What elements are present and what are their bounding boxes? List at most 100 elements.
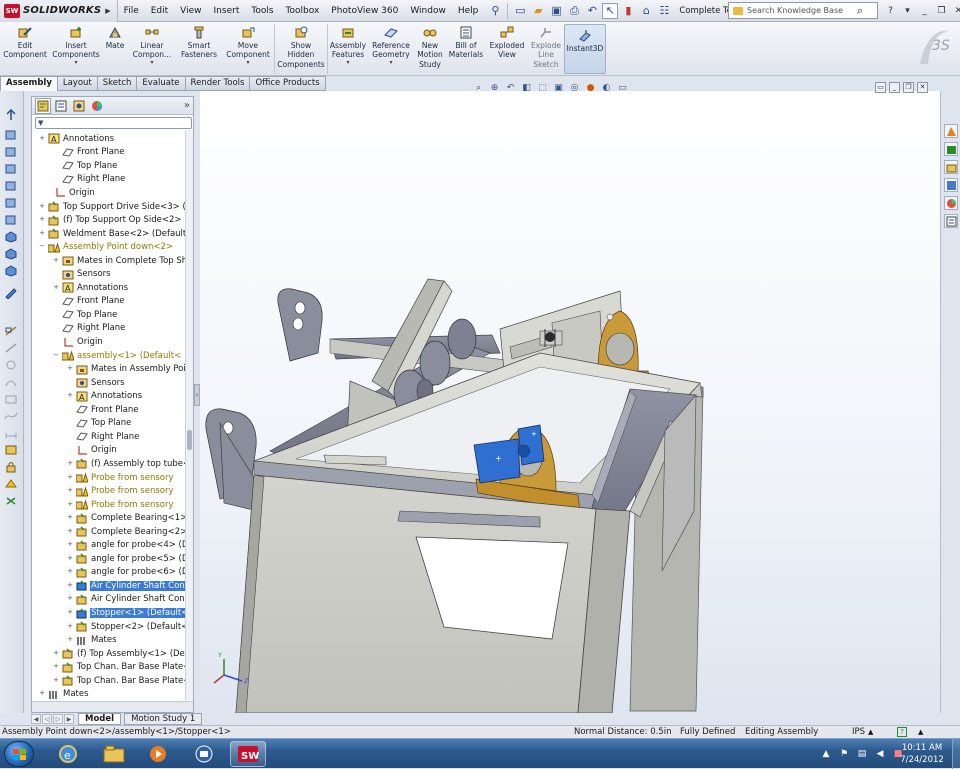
exploded-view-button[interactable]: Exploded View bbox=[486, 22, 528, 76]
tree-item[interactable]: Right Plane bbox=[52, 322, 126, 336]
spline-icon[interactable] bbox=[4, 410, 18, 422]
expand-icon[interactable]: + bbox=[66, 500, 74, 509]
tree-item[interactable]: + Mates in Assembly Poi bbox=[66, 362, 185, 376]
menu-photoview[interactable]: PhotoView 360 bbox=[325, 0, 404, 22]
file-explorer-icon[interactable] bbox=[944, 160, 958, 174]
next-tab-icon[interactable]: ▷ bbox=[53, 714, 63, 724]
tree-item[interactable]: + (f) Assembly top tube< bbox=[66, 457, 185, 471]
expand-icon[interactable]: + bbox=[66, 581, 74, 590]
expand-icon[interactable]: + bbox=[52, 256, 60, 265]
menu-window[interactable]: Window bbox=[404, 0, 452, 22]
tab-layout[interactable]: Layout bbox=[57, 76, 98, 91]
expand-icon[interactable]: + bbox=[66, 595, 74, 603]
tree-item[interactable]: + Mates bbox=[66, 633, 118, 647]
solidworks-logo-menu[interactable]: SW SOLIDWORKS ▶ bbox=[0, 0, 118, 22]
solidworks-icon[interactable]: SW bbox=[230, 741, 266, 767]
pencil-icon[interactable] bbox=[4, 287, 18, 300]
tree-item[interactable]: + Complete Bearing<1> bbox=[66, 511, 185, 525]
mate-button[interactable]: Mate bbox=[102, 22, 128, 76]
expand-icon[interactable]: + bbox=[38, 690, 46, 698]
tree-item[interactable]: + A Annotations bbox=[38, 132, 115, 146]
tree-item[interactable]: + A Annotations bbox=[52, 281, 129, 295]
menu-tools[interactable]: Tools bbox=[245, 0, 279, 22]
tab-assembly[interactable]: Assembly bbox=[0, 76, 58, 91]
tree-item[interactable]: + Top Support Drive Side<3> (D bbox=[38, 200, 185, 214]
tree-horizontal-scrollbar[interactable] bbox=[32, 701, 193, 712]
expand-icon[interactable]: + bbox=[66, 392, 74, 400]
doc-close-icon[interactable]: ✕ bbox=[917, 82, 928, 93]
box-icon[interactable] bbox=[4, 163, 18, 175]
minimize-icon[interactable]: _ bbox=[918, 5, 931, 18]
edit-appearance-icon[interactable]: ● bbox=[584, 82, 597, 94]
bracket-left-upper[interactable] bbox=[277, 288, 323, 362]
explode-line-sketch-button[interactable]: Explode Line Sketch bbox=[528, 22, 564, 76]
tree-item[interactable]: + Mates in Complete Top Sh bbox=[52, 254, 185, 268]
tree-item[interactable]: Right Plane bbox=[52, 173, 126, 187]
cube-icon[interactable] bbox=[4, 248, 18, 260]
menu-file[interactable]: File bbox=[118, 0, 145, 22]
tab-evaluate[interactable]: Evaluate bbox=[137, 76, 186, 91]
expand-icon[interactable]: + bbox=[66, 473, 74, 482]
instant3d-button[interactable]: Instant3D bbox=[564, 24, 606, 74]
help-arrow-icon[interactable]: ▾ bbox=[901, 5, 914, 18]
pin-icon[interactable]: ⚲ bbox=[487, 3, 503, 19]
tree-item[interactable]: + Mates bbox=[38, 688, 90, 700]
undo-icon[interactable]: ↶ bbox=[584, 3, 600, 19]
action-center-icon[interactable]: ⚑ bbox=[838, 748, 850, 760]
expand-icon[interactable]: + bbox=[66, 459, 74, 468]
relation-icon[interactable] bbox=[4, 444, 18, 456]
tree-item[interactable]: + Probe from sensory bbox=[66, 498, 175, 512]
tree-item[interactable]: Sensors bbox=[66, 376, 126, 390]
solidworks-resources-icon[interactable] bbox=[944, 124, 958, 138]
move-component-button[interactable]: Move Component ▾ bbox=[222, 22, 274, 76]
tree-item[interactable]: Origin bbox=[44, 186, 96, 200]
hide-show-items-icon[interactable]: ◎ bbox=[568, 82, 581, 94]
tab-model[interactable]: Model bbox=[78, 713, 122, 725]
tree-item[interactable]: + angle for probe<5> (De bbox=[66, 552, 185, 566]
tree-item[interactable]: + Stopper<1> (Default<< bbox=[66, 606, 185, 620]
circle-icon[interactable] bbox=[4, 359, 18, 371]
display-manager-tab-icon[interactable] bbox=[89, 98, 105, 114]
expand-icon[interactable]: + bbox=[38, 134, 46, 143]
tree-item[interactable]: Top Plane bbox=[52, 159, 118, 173]
expand-icon[interactable]: + bbox=[66, 609, 74, 617]
tree-item[interactable]: Top Plane bbox=[52, 308, 118, 322]
expand-icon[interactable]: + bbox=[38, 229, 46, 238]
appearance-icon[interactable] bbox=[4, 478, 18, 490]
bill-of-materials-button[interactable]: Bill of Materials bbox=[446, 22, 486, 76]
zoom-to-area-icon[interactable]: ⊕ bbox=[488, 82, 501, 94]
expand-icon[interactable]: + bbox=[66, 554, 74, 563]
menu-help[interactable]: Help bbox=[452, 0, 485, 22]
expand-icon[interactable]: + bbox=[52, 283, 60, 292]
media-player-icon[interactable] bbox=[140, 741, 176, 767]
tree-item[interactable]: + Air Cylinder Shaft Conn bbox=[66, 593, 185, 607]
apply-scene-icon[interactable]: ◐ bbox=[600, 82, 613, 94]
search-icon[interactable] bbox=[944, 178, 958, 192]
expand-icon[interactable]: + bbox=[38, 216, 46, 224]
view-settings-icon[interactable]: ▭ bbox=[616, 82, 629, 94]
feature-tree-tab-icon[interactable] bbox=[35, 97, 51, 114]
show-hidden-components-button[interactable]: Show Hidden Components bbox=[275, 22, 327, 76]
tree-item[interactable]: + Complete Bearing<2> bbox=[66, 525, 185, 539]
options-icon[interactable]: ☷ bbox=[656, 3, 672, 19]
tree-item[interactable]: Origin bbox=[66, 444, 118, 458]
tree-item[interactable]: + angle for probe<4> (De bbox=[66, 539, 185, 553]
new-motion-study-button[interactable]: New Motion Study bbox=[414, 22, 446, 76]
linear-pattern-button[interactable]: Linear Compon... ▾ bbox=[128, 22, 176, 76]
open-icon[interactable]: ▰ bbox=[530, 3, 546, 19]
doc-minimize-icon[interactable]: _ bbox=[889, 82, 900, 93]
view-orientation-icon[interactable]: ⬚ bbox=[536, 82, 549, 94]
tree-item[interactable]: + angle for probe<6> (De bbox=[66, 566, 185, 580]
clock[interactable]: 10:11 AM 7/24/2012 bbox=[896, 742, 948, 766]
tree-filter-input[interactable]: ▼ bbox=[35, 117, 192, 129]
menu-view[interactable]: View bbox=[174, 0, 207, 22]
section-view-icon[interactable]: ◧ bbox=[520, 82, 533, 94]
zoom-to-fit-icon[interactable]: ⌕ bbox=[472, 82, 485, 94]
tree-item[interactable]: Front Plane bbox=[52, 146, 126, 160]
custom-properties-icon[interactable] bbox=[944, 214, 958, 228]
graphics-area[interactable]: + + Y Z bbox=[200, 91, 940, 713]
tree-item[interactable]: + A Annotations bbox=[66, 389, 143, 403]
box-icon[interactable] bbox=[4, 129, 18, 141]
new-document-icon[interactable]: ▭ bbox=[512, 3, 528, 19]
tile-icon[interactable]: ▭ bbox=[875, 82, 886, 93]
